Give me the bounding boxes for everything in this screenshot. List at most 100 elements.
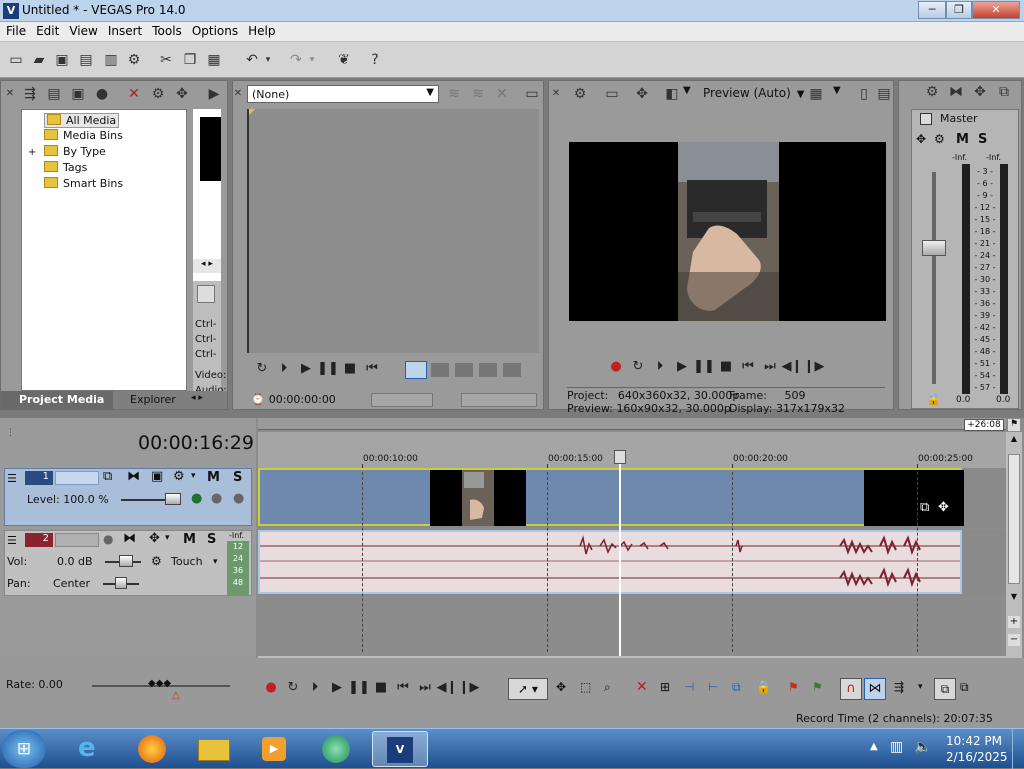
new-project-icon[interactable]: ▭ xyxy=(6,50,26,70)
play-preview-icon[interactable]: ▶ xyxy=(205,85,223,103)
pause-icon[interactable]: ❚❚ xyxy=(348,680,370,695)
trimmer-source-dropdown[interactable]: (None) ▼ xyxy=(247,85,439,103)
vegas-taskbar-button[interactable]: V xyxy=(372,731,428,767)
add-fit-icon[interactable] xyxy=(503,363,521,377)
capture-icon[interactable]: ▤ xyxy=(45,85,63,103)
trimmer-option-icon[interactable]: ≋ xyxy=(445,85,463,103)
vol-slider-handle[interactable] xyxy=(119,555,133,567)
track-fx-icon[interactable]: ⧓ xyxy=(127,469,140,484)
pan-slider-handle[interactable] xyxy=(115,577,127,589)
file-explorer-icon[interactable] xyxy=(190,731,238,767)
start-button[interactable]: ⊞ xyxy=(2,730,46,768)
play-from-start-icon[interactable]: ⏵ xyxy=(649,359,671,374)
cut-icon[interactable]: ✂ xyxy=(156,50,176,70)
stop-icon[interactable]: ■ xyxy=(339,361,361,376)
paste-icon[interactable]: ▦ xyxy=(204,50,224,70)
expand-icon[interactable]: + xyxy=(28,147,38,158)
media-player-icon[interactable]: ▶ xyxy=(250,731,298,767)
preview-quality-dropdown[interactable]: Preview (Auto) ▼ xyxy=(703,86,804,100)
trimmer-history-icon[interactable]: ▭ xyxy=(523,85,541,103)
trimmer-option-icon[interactable]: ≋ xyxy=(469,85,487,103)
lock-icon[interactable]: 🔒 xyxy=(926,392,941,406)
mixer-downmix-icon[interactable]: ✥ xyxy=(971,83,989,101)
help-icon[interactable]: ? xyxy=(365,50,385,70)
remove-media-icon[interactable]: ✕ xyxy=(125,85,143,103)
delete-icon[interactable]: ✕ xyxy=(636,679,648,695)
media-thumbnail[interactable] xyxy=(200,117,221,181)
play-icon[interactable]: ▶ xyxy=(671,359,693,374)
undo-dropdown-icon[interactable]: ▾ xyxy=(262,50,274,70)
add-ripple-icon[interactable] xyxy=(479,363,497,377)
mixer-insert-bus-icon[interactable]: ⧉ xyxy=(995,83,1013,101)
flag-icon[interactable]: ⚑ xyxy=(1008,419,1020,431)
touch-gear-icon[interactable]: ⚙ xyxy=(151,554,162,568)
audio-track-header[interactable]: ☰ 2 ● ⧓ ✥ ▾ M S -Inf. Vol: 0.0 dB ⚙ Touc… xyxy=(4,530,252,596)
audio-solo-button[interactable]: S xyxy=(207,532,216,547)
mixer-fx-icon[interactable]: ⧓ xyxy=(947,83,965,101)
scroll-down-icon[interactable]: ▼ xyxy=(1008,592,1020,604)
add-before-icon[interactable] xyxy=(431,363,449,377)
zoom-in-icon[interactable]: + xyxy=(1008,616,1020,628)
save-as-icon[interactable]: ▤ xyxy=(76,50,96,70)
undo-icon[interactable]: ↶ xyxy=(242,50,262,70)
record-icon[interactable]: ● xyxy=(260,680,282,695)
network-icon[interactable]: ▥ xyxy=(890,739,903,755)
scroll-up-icon[interactable]: ▲ xyxy=(1008,434,1020,446)
normal-edit-tool-icon[interactable]: ➚ ▾ xyxy=(508,678,548,700)
go-to-start-icon[interactable]: ⏮ xyxy=(392,680,414,695)
tab-explorer[interactable]: Explorer xyxy=(130,393,176,406)
zoom-out-icon[interactable]: − xyxy=(1008,634,1020,646)
properties-gear-icon[interactable]: ⚙ xyxy=(124,50,144,70)
preview-properties-gear-icon[interactable]: ⚙ xyxy=(571,85,589,103)
media-fx-icon[interactable]: ⚙ xyxy=(149,85,167,103)
go-to-start-icon[interactable]: ⏮ xyxy=(361,361,383,376)
tree-item-tags[interactable]: Tags xyxy=(44,161,87,174)
pause-icon[interactable]: ❚❚ xyxy=(317,361,339,376)
previous-frame-icon[interactable]: ◀❙ xyxy=(781,359,803,374)
lock-event-icon[interactable]: 🔒 xyxy=(756,680,771,694)
external-monitor-icon[interactable]: ▭ xyxy=(603,85,621,103)
stop-icon[interactable]: ■ xyxy=(370,680,392,695)
track-name-field[interactable] xyxy=(55,533,99,547)
audio-event[interactable] xyxy=(258,530,962,594)
track-collapse-icon[interactable]: ☰ xyxy=(7,534,17,547)
chevron-down-icon[interactable]: ▾ xyxy=(213,557,218,567)
split-icon[interactable]: ⧉ xyxy=(732,680,741,695)
envelope-tool-icon[interactable]: ✥ xyxy=(556,680,566,694)
add-after-icon[interactable] xyxy=(455,363,473,377)
mixer-properties-gear-icon[interactable]: ⚙ xyxy=(923,83,941,101)
lock-envelopes-icon[interactable]: ⧉ xyxy=(934,678,956,700)
snapping-icon[interactable]: ∩ xyxy=(840,678,862,700)
open-icon[interactable]: ▰ xyxy=(29,50,49,70)
menu-view[interactable]: View xyxy=(63,22,101,38)
import-media-icon[interactable]: ⇶ xyxy=(21,85,39,103)
composite-child-icon[interactable]: ● xyxy=(211,491,222,506)
previous-frame-icon[interactable]: ◀❙ xyxy=(436,680,458,695)
menu-tools[interactable]: Tools xyxy=(146,22,186,38)
playhead-cursor[interactable] xyxy=(619,452,621,658)
video-track-header[interactable]: ☰ 1 ⧉ ⧓ ▣ ⚙ ▾ M S Level: 100.0 % ● ● ● xyxy=(4,468,252,526)
audio-mute-button[interactable]: M xyxy=(183,532,196,547)
what-s-this-icon[interactable]: ❦ xyxy=(334,50,354,70)
insert-region-icon[interactable]: ⚑ xyxy=(812,680,823,694)
master-mute-button[interactable]: M xyxy=(956,132,969,147)
audio-track-lane[interactable] xyxy=(258,530,1006,596)
arm-record-icon[interactable]: ● xyxy=(103,532,113,546)
tree-item-by-type[interactable]: + By Type xyxy=(28,145,106,158)
play-from-start-icon[interactable]: ⏵ xyxy=(304,680,326,695)
copy-icon[interactable]: ❐ xyxy=(180,50,200,70)
track-collapse-icon[interactable]: ☰ xyxy=(7,472,17,485)
menu-file[interactable]: File xyxy=(0,22,30,38)
composite-parent-icon[interactable]: ● xyxy=(191,491,202,506)
minimize-button[interactable]: ─ xyxy=(918,1,946,19)
ignore-grouping-icon[interactable]: ⧉ xyxy=(960,680,969,695)
track-automation-icon[interactable]: ● xyxy=(233,491,244,506)
master-fx-icon[interactable]: ✥ xyxy=(916,132,926,146)
chevron-down-icon[interactable]: ▾ xyxy=(918,682,923,692)
track-name-field[interactable] xyxy=(55,471,99,485)
rate-slider-handle[interactable]: ◆◆◆ xyxy=(148,678,171,689)
grid-icon[interactable]: ▦ xyxy=(807,85,825,103)
loop-icon[interactable]: ↻ xyxy=(251,361,273,376)
chevron-down-icon[interactable]: ▾ xyxy=(191,471,196,481)
master-properties-icon[interactable]: ⚙ xyxy=(934,132,945,146)
